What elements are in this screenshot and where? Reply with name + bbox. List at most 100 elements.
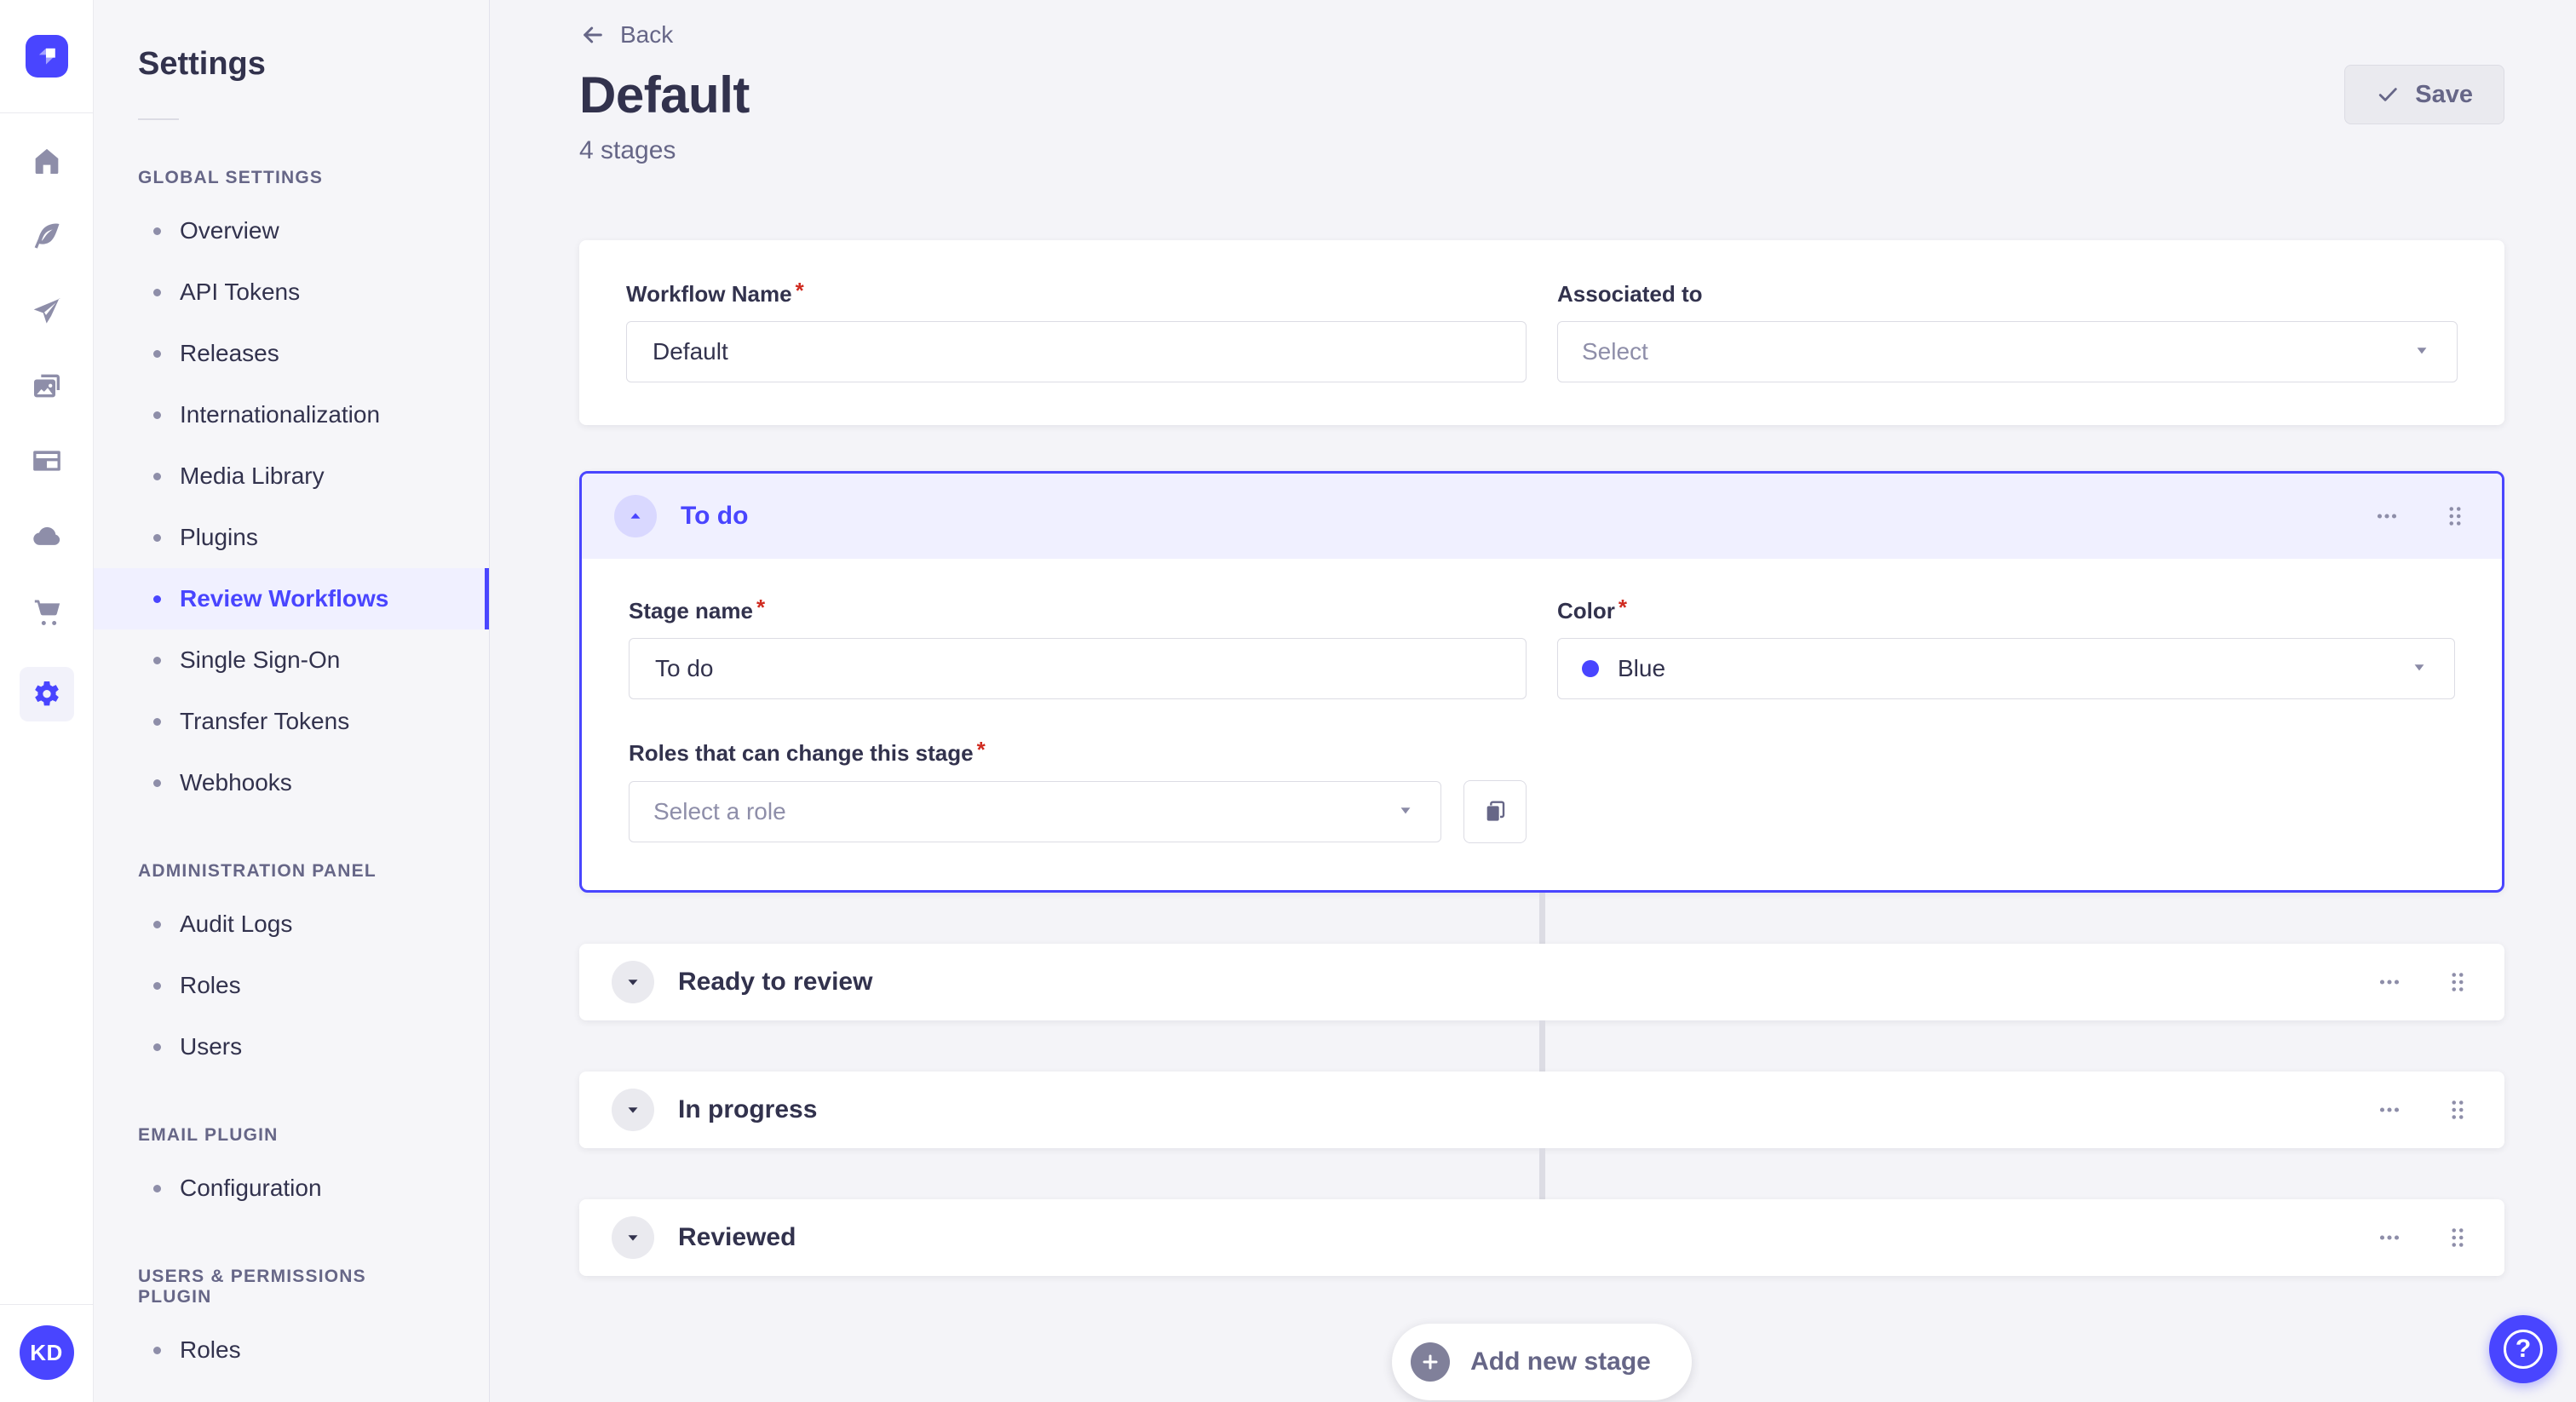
caret-down-icon bbox=[628, 980, 638, 985]
sidebar-item-single-sign-on[interactable]: Single Sign-On bbox=[94, 629, 489, 691]
sidebar-item-providers[interactable]: Providers bbox=[94, 1381, 489, 1402]
help-button[interactable]: ? bbox=[2489, 1315, 2557, 1383]
stage-roles-select[interactable]: Select a role bbox=[629, 781, 1441, 842]
rail-footer: KD bbox=[0, 1304, 93, 1402]
workflow-name-label: Workflow Name * bbox=[626, 278, 804, 307]
logo-section bbox=[0, 0, 93, 113]
question-mark-icon: ? bbox=[2504, 1330, 2543, 1369]
bullet-icon bbox=[153, 656, 161, 664]
stage-name-field: Stage name * bbox=[629, 595, 1527, 699]
section-administration-panel: ADMINISTRATION PANEL bbox=[138, 861, 377, 881]
stage-color-select[interactable]: Blue bbox=[1557, 638, 2455, 699]
back-label: Back bbox=[620, 21, 674, 48]
strapi-logo[interactable] bbox=[25, 35, 68, 78]
bullet-icon bbox=[153, 1184, 161, 1192]
select-placeholder: Select a role bbox=[653, 798, 786, 825]
strapi-logo-icon bbox=[38, 48, 55, 65]
stage-drag-handle-icon[interactable] bbox=[2443, 968, 2472, 997]
sidebar-item-webhooks[interactable]: Webhooks bbox=[94, 752, 489, 813]
expand-stage-button[interactable] bbox=[612, 1216, 654, 1259]
user-avatar[interactable]: KD bbox=[19, 1325, 74, 1380]
paper-plane-icon[interactable] bbox=[28, 292, 66, 330]
stage-card-ready-to-review[interactable]: Ready to review bbox=[579, 944, 2504, 1020]
sidebar-item-label: Roles bbox=[180, 1336, 241, 1363]
stage-connector-line bbox=[1538, 893, 1545, 944]
layout-icon[interactable] bbox=[28, 442, 66, 480]
blue-color-dot-icon bbox=[1582, 660, 1599, 677]
sidebar-item-media-library[interactable]: Media Library bbox=[94, 445, 489, 507]
duplicate-icon bbox=[1486, 801, 1505, 821]
sidebar-item-label: API Tokens bbox=[180, 279, 301, 305]
save-button[interactable]: Save bbox=[2344, 65, 2504, 124]
stage-card-reviewed[interactable]: Reviewed bbox=[579, 1199, 2504, 1276]
media-library-icon[interactable] bbox=[28, 367, 66, 405]
bullet-icon bbox=[153, 227, 161, 235]
sidebar-item-api-tokens[interactable]: API Tokens bbox=[94, 261, 489, 323]
sidebar-item-label: Roles bbox=[180, 972, 241, 998]
required-marker: * bbox=[756, 595, 766, 620]
sidebar-item-admin-roles[interactable]: Roles bbox=[94, 955, 489, 1016]
sidebar-item-label: Overview bbox=[180, 217, 279, 244]
stage-header-to-do[interactable]: To do bbox=[582, 474, 2502, 559]
bullet-icon bbox=[153, 1346, 161, 1354]
stage-more-options-icon[interactable] bbox=[2372, 502, 2401, 531]
expand-stage-button[interactable] bbox=[612, 1089, 654, 1131]
stage-card-to-do: To do Stage name * To do Color * Blue Ro… bbox=[579, 471, 2504, 893]
section-users-permissions-plugin: USERS & PERMISSIONS PLUGIN bbox=[138, 1267, 366, 1307]
required-marker: * bbox=[1618, 595, 1628, 620]
stage-title: Ready to review bbox=[678, 968, 873, 996]
sidebar-item-overview[interactable]: Overview bbox=[94, 200, 489, 261]
sidebar-item-up-roles[interactable]: Roles bbox=[94, 1319, 489, 1381]
sidebar-item-audit-logs[interactable]: Audit Logs bbox=[94, 893, 489, 955]
bullet-icon bbox=[153, 779, 161, 787]
apply-to-all-stages-button[interactable] bbox=[1463, 780, 1527, 843]
workflow-name-input[interactable] bbox=[626, 321, 1527, 382]
cart-icon[interactable] bbox=[28, 592, 66, 629]
home-icon[interactable] bbox=[28, 142, 66, 180]
sidebar-title: Settings bbox=[138, 46, 266, 82]
sidebar-item-users[interactable]: Users bbox=[94, 1016, 489, 1077]
sidebar-item-configuration[interactable]: Configuration bbox=[94, 1158, 489, 1219]
chevron-down-icon bbox=[2408, 656, 2430, 682]
collapse-stage-button[interactable] bbox=[614, 495, 657, 537]
sidebar-item-label: Providers bbox=[180, 1398, 280, 1402]
plus-icon bbox=[1411, 1342, 1451, 1382]
sidebar-item-label: Internationalization bbox=[180, 401, 381, 428]
stage-roles-label: Roles that can change this stage * bbox=[629, 737, 986, 766]
sidebar-item-plugins[interactable]: Plugins bbox=[94, 507, 489, 568]
stage-roles-field: Roles that can change this stage * Select… bbox=[629, 737, 1527, 843]
associated-to-select[interactable]: Select bbox=[1557, 321, 2458, 382]
sidebar-item-label: Releases bbox=[180, 340, 279, 366]
stage-drag-handle-icon[interactable] bbox=[2441, 502, 2470, 531]
bullet-icon bbox=[153, 472, 161, 480]
stage-more-options-icon[interactable] bbox=[2375, 968, 2404, 997]
cloud-icon[interactable] bbox=[28, 517, 66, 554]
settings-gear-icon[interactable] bbox=[19, 667, 74, 721]
add-new-stage-button[interactable]: Add new stage bbox=[1392, 1324, 1692, 1400]
caret-down-icon bbox=[628, 1107, 638, 1113]
sidebar-item-releases[interactable]: Releases bbox=[94, 323, 489, 384]
stage-drag-handle-icon[interactable] bbox=[2443, 1095, 2472, 1124]
workflow-name-field: Workflow Name * bbox=[626, 278, 1527, 382]
sidebar-item-label: Review Workflows bbox=[180, 585, 389, 612]
bullet-icon bbox=[153, 981, 161, 990]
stage-body: Stage name* Color* Blue bbox=[582, 559, 2502, 890]
sidebar-item-internationalization[interactable]: Internationalization bbox=[94, 384, 489, 445]
sidebar-item-transfer-tokens[interactable]: Transfer Tokens bbox=[94, 691, 489, 752]
stage-more-options-icon[interactable] bbox=[2375, 1223, 2404, 1252]
rail-icon-list bbox=[19, 142, 74, 721]
feather-icon[interactable] bbox=[28, 217, 66, 255]
bullet-icon bbox=[153, 411, 161, 419]
stage-drag-handle-icon[interactable] bbox=[2443, 1223, 2472, 1252]
select-placeholder: Select bbox=[1582, 338, 1648, 365]
caret-down-icon bbox=[628, 1235, 638, 1241]
stage-card-in-progress[interactable]: In progress bbox=[579, 1072, 2504, 1148]
expand-stage-button[interactable] bbox=[612, 961, 654, 1003]
sidebar-item-review-workflows[interactable]: Review Workflows bbox=[94, 568, 489, 629]
stage-more-options-icon[interactable] bbox=[2375, 1095, 2404, 1124]
stage-name-input[interactable] bbox=[629, 638, 1527, 699]
main-content: Back Default Save 4 stages Workflow Name… bbox=[490, 0, 2576, 1402]
bullet-icon bbox=[153, 1043, 161, 1051]
back-button[interactable]: Back bbox=[579, 21, 673, 49]
bullet-icon bbox=[153, 920, 161, 928]
